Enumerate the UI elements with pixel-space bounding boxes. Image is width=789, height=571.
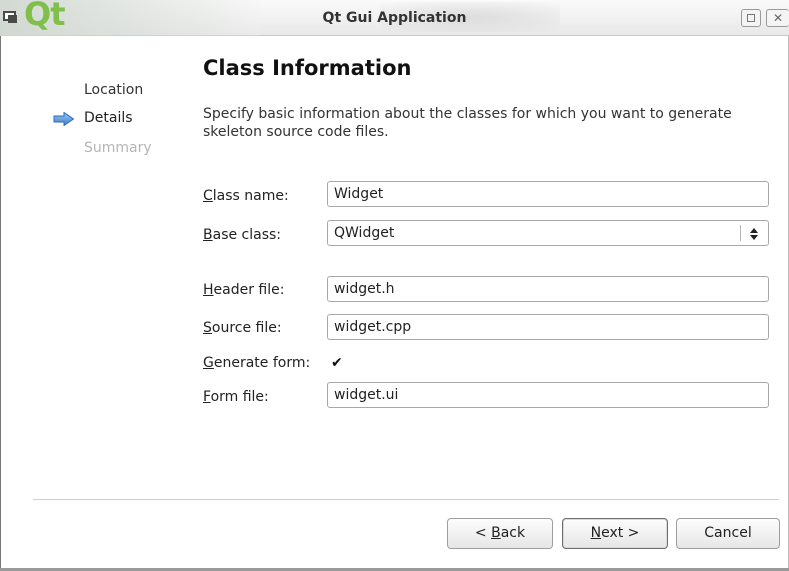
- step-location: Location: [84, 82, 144, 98]
- step-summary: Summary: [84, 140, 152, 156]
- arrow-right-icon: [53, 112, 75, 126]
- combo-separator: [740, 225, 741, 241]
- checkmark-icon: ✔: [331, 355, 343, 371]
- base-class-value: QWidget: [334, 225, 395, 241]
- header-file-label: Header file:: [203, 282, 285, 298]
- generate-form-checkbox[interactable]: ✔: [331, 356, 345, 370]
- close-button[interactable]: ✕: [766, 9, 789, 27]
- class-name-input[interactable]: Widget: [327, 181, 769, 207]
- page-title: Class Information: [203, 56, 412, 80]
- page-description: Specify basic information about the clas…: [203, 106, 732, 140]
- step-details: Details: [84, 110, 133, 126]
- close-icon: ✕: [772, 11, 784, 25]
- source-file-label: Source file:: [203, 320, 282, 336]
- form-file-input[interactable]: widget.ui: [327, 382, 769, 408]
- source-file-input[interactable]: widget.cpp: [327, 314, 769, 340]
- header-file-input[interactable]: widget.h: [327, 276, 769, 302]
- maximize-button[interactable]: [741, 9, 761, 27]
- window-border-left: [0, 36, 1, 571]
- window-title: Qt Gui Application: [322, 10, 467, 26]
- generate-form-label: Generate form:: [203, 355, 311, 371]
- form-file-label: Form file:: [203, 389, 269, 405]
- base-class-label: Base class:: [203, 227, 282, 243]
- cancel-button[interactable]: Cancel: [676, 518, 780, 549]
- title-bar: Qt Qt Gui Application ✕: [0, 0, 789, 36]
- class-name-label: Class name:: [203, 188, 289, 204]
- next-button[interactable]: Next >: [562, 518, 668, 549]
- updown-arrows-icon: [746, 221, 762, 245]
- back-button[interactable]: < Back: [447, 518, 553, 549]
- base-class-combobox[interactable]: QWidget: [327, 220, 769, 246]
- button-separator: [33, 499, 779, 501]
- maximize-icon: [747, 14, 755, 22]
